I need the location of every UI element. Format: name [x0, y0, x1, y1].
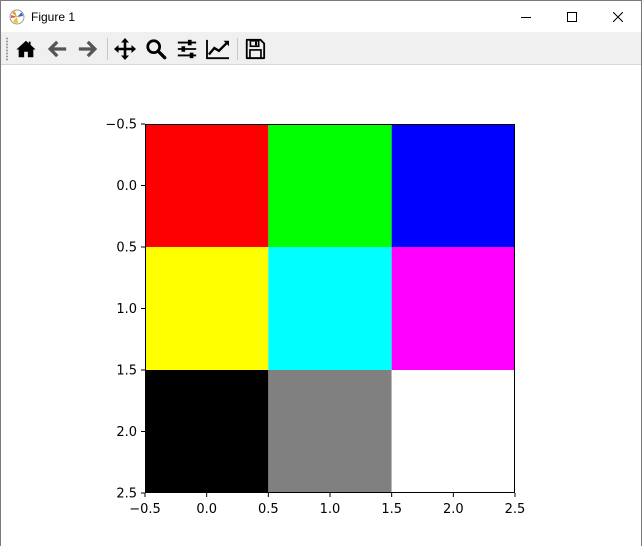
home-icon [16, 40, 36, 58]
window-title: Figure 1 [31, 10, 76, 24]
maximize-icon [567, 11, 577, 22]
y-tick-label: 2.0 [116, 425, 137, 440]
save-icon [245, 38, 266, 60]
y-tick-label: 1.5 [116, 364, 137, 379]
zoom-button[interactable] [143, 36, 169, 62]
configure-subplots-icon [177, 39, 197, 59]
back-button[interactable] [44, 36, 70, 62]
figure-canvas[interactable]: −0.5 0.0 0.5 1.0 1.5 2.0 2.5 −0.5 0.0 0.5 1.0 1.5 2… [1, 66, 641, 546]
edit-axes-icon [206, 39, 229, 60]
image-cell-r1-c0 [145, 247, 269, 370]
image-cell-r2-c1 [268, 370, 392, 493]
maximize-button[interactable] [549, 1, 595, 32]
x-tick-label: −0.5 [129, 502, 161, 517]
x-tick-label: 0.0 [196, 502, 217, 517]
x-tick-label: 2.0 [443, 502, 464, 517]
y-tick-label: 2.5 [116, 487, 137, 502]
toolbar-separator [237, 38, 238, 60]
image-cell-r0-c0 [145, 124, 269, 247]
configure-subplots-button[interactable] [174, 36, 200, 62]
minimize-button[interactable] [503, 1, 549, 32]
image-cell-r2-c2 [391, 370, 515, 493]
forward-button[interactable] [75, 36, 101, 62]
zoom-icon [146, 39, 167, 60]
edit-axes-button[interactable] [205, 36, 231, 62]
figure-window: Figure 1 −0.5 0.0 0.5 1.0 1.5 2.0 2.5 −0… [0, 0, 642, 546]
image-plot[interactable]: −0.5 0.0 0.5 1.0 1.5 2.0 2.5 −0.5 0.0 0.5 1.0 1.5 2… [1, 66, 641, 546]
image-cells [145, 124, 515, 493]
image-cell-r0-c1 [268, 124, 392, 247]
matplotlib-logo-icon [9, 9, 25, 25]
image-cell-r1-c2 [391, 247, 515, 370]
x-tick-labels: −0.5 0.0 0.5 1.0 1.5 2.0 2.5 [129, 502, 525, 517]
pan-icon [114, 38, 136, 60]
image-cell-r0-c2 [391, 124, 515, 247]
toolbar-grip[interactable] [6, 37, 8, 61]
close-icon [613, 11, 623, 22]
home-button[interactable] [13, 36, 39, 62]
back-icon [47, 40, 67, 58]
toolbar-separator [107, 38, 108, 60]
title-bar: Figure 1 [1, 1, 641, 32]
pan-button[interactable] [112, 36, 138, 62]
minimize-icon [521, 16, 531, 18]
x-tick-label: 0.5 [258, 502, 279, 517]
x-tick-label: 2.5 [505, 502, 526, 517]
image-cell-r2-c0 [145, 370, 269, 493]
save-button[interactable] [242, 36, 268, 62]
navigation-toolbar [1, 32, 641, 65]
close-button[interactable] [595, 1, 641, 32]
y-tick-label: 0.0 [116, 179, 137, 194]
y-tick-label: 0.5 [116, 241, 137, 256]
x-tick-label: 1.5 [381, 502, 402, 517]
y-tick-label: −0.5 [105, 118, 137, 133]
y-tick-label: 1.0 [116, 302, 137, 317]
image-cell-r1-c1 [268, 247, 392, 370]
forward-icon [78, 40, 98, 58]
x-tick-label: 1.0 [320, 502, 341, 517]
y-tick-labels: −0.5 0.0 0.5 1.0 1.5 2.0 2.5 [105, 118, 137, 502]
